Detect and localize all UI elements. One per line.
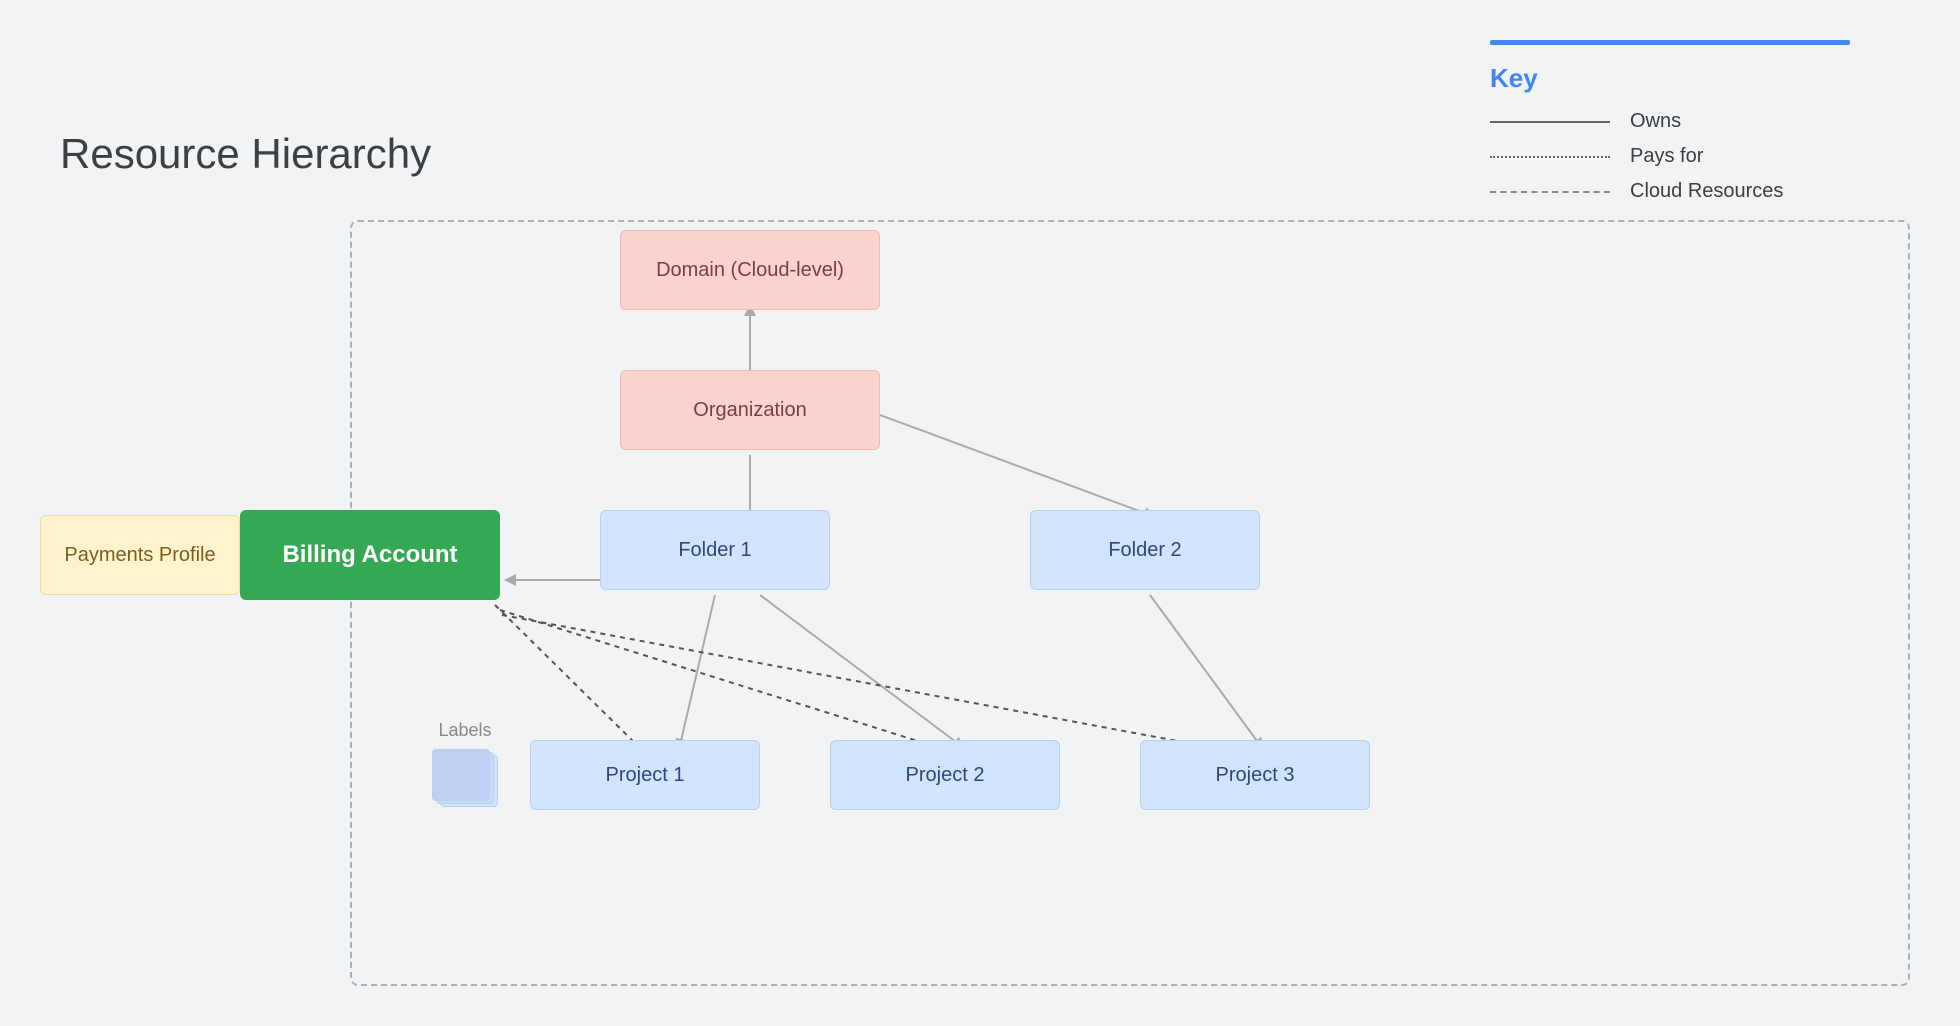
diagram: Domain (Cloud-level) Organization Paymen…: [40, 210, 1920, 996]
key-row-owns: Owns: [1490, 110, 1850, 133]
pays-line-icon: [1490, 156, 1610, 158]
domain-node: Domain (Cloud-level): [620, 230, 880, 310]
cloud-resources-label: Cloud Resources: [1630, 180, 1783, 203]
dashed-container: [350, 220, 1910, 986]
key-panel: Key Owns Pays for Cloud Resources: [1460, 20, 1880, 235]
folder2-node: Folder 2: [1030, 510, 1260, 590]
labels-area: Labels: [430, 720, 500, 807]
project1-node: Project 1: [530, 740, 760, 810]
owns-label: Owns: [1630, 110, 1681, 133]
billing-account-node: Billing Account: [240, 510, 500, 600]
owns-line-icon: [1490, 121, 1610, 123]
labels-text: Labels: [430, 720, 500, 741]
key-row-pays: Pays for: [1490, 145, 1850, 168]
project3-node: Project 3: [1140, 740, 1370, 810]
key-top-bar: [1490, 40, 1850, 45]
pays-label: Pays for: [1630, 145, 1703, 168]
project2-node: Project 2: [830, 740, 1060, 810]
payments-profile-node: Payments Profile: [40, 515, 240, 595]
organization-node: Organization: [620, 370, 880, 450]
folder1-node: Folder 1: [600, 510, 830, 590]
page-title: Resource Hierarchy: [60, 130, 431, 178]
cloud-line-icon: [1490, 191, 1610, 193]
key-row-cloud: Cloud Resources: [1490, 180, 1850, 203]
key-title: Key: [1490, 63, 1850, 94]
doc-stack-icon: [430, 747, 500, 807]
